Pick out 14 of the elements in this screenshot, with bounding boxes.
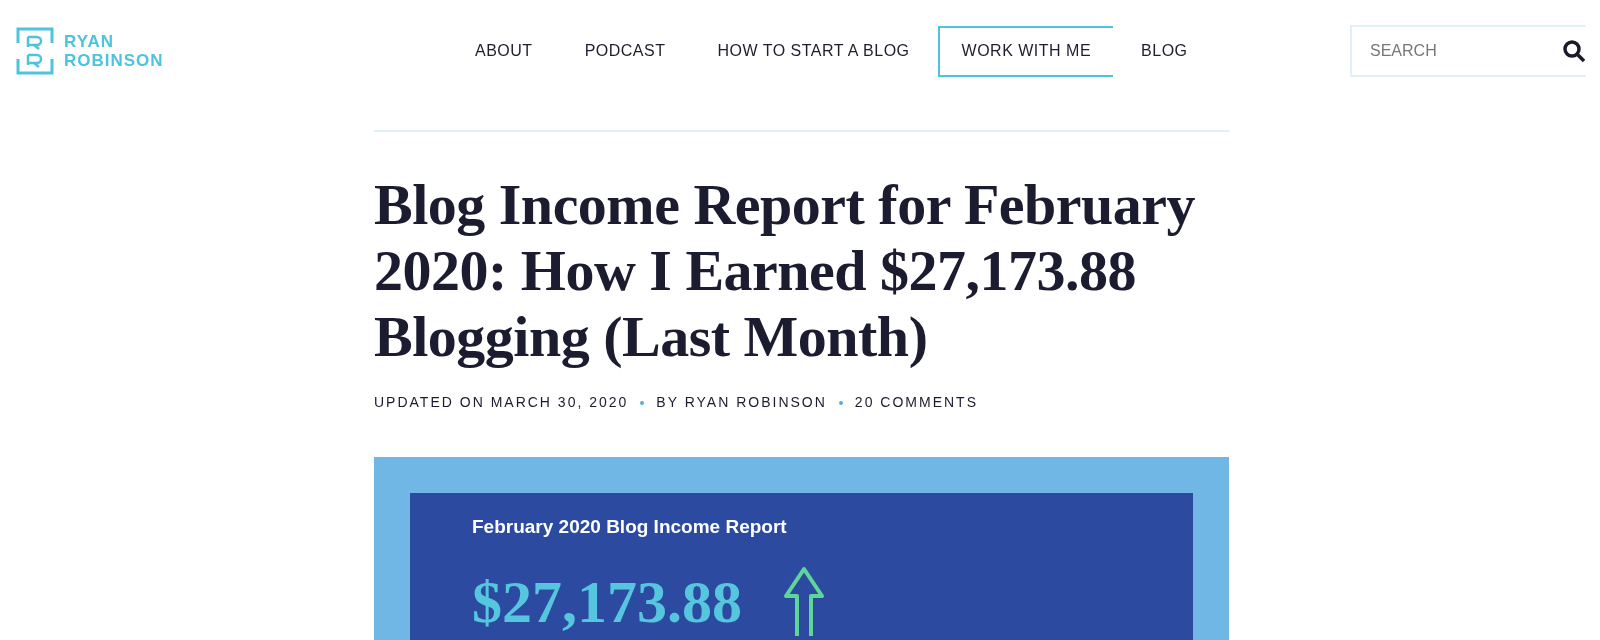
nav-link[interactable]: ABOUT bbox=[451, 25, 557, 77]
article-meta[interactable]: 20 COMMENTS bbox=[854, 392, 978, 413]
article-meta: UPDATED ON MARCH 30, 2020 bbox=[374, 393, 629, 412]
logo-text: ROBINSON bbox=[64, 51, 164, 70]
image-amount: $27,173.88 bbox=[472, 569, 742, 634]
article-meta[interactable]: BY RYAN ROBINSON bbox=[656, 392, 827, 413]
nav-link[interactable]: HOW TO START A BLOG bbox=[693, 25, 934, 77]
nav-link[interactable]: BLOG bbox=[1117, 25, 1212, 77]
nav-link[interactable]: WORK WITH ME bbox=[937, 25, 1114, 77]
logo-text: RYAN bbox=[64, 32, 115, 51]
search-field[interactable]: SEARCH bbox=[1350, 25, 1586, 77]
nav-link[interactable]: PODCAST bbox=[560, 25, 690, 77]
article-title: Blog Income Report for February 2020: How I Earned $27,173.88 Blogging (Last Month) bbox=[374, 172, 1197, 370]
image-heading: February 2020 Blog Income Report bbox=[472, 515, 788, 539]
